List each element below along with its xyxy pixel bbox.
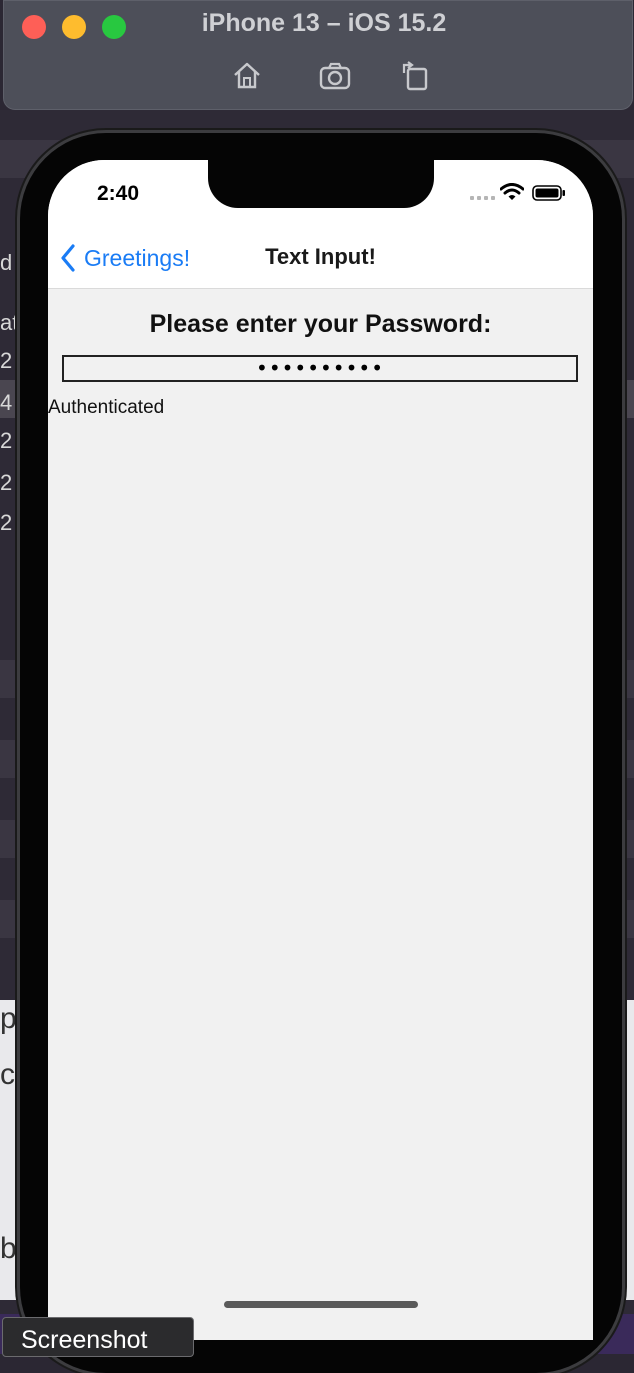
background-text: p — [0, 1002, 17, 1035]
screenshot-tooltip: Screenshot — [2, 1317, 194, 1357]
background-text: c — [0, 1058, 15, 1091]
background-text: d — [0, 250, 13, 275]
password-prompt-label: Please enter your Password: — [149, 310, 492, 338]
screenshot-icon[interactable] — [318, 59, 352, 93]
cellular-signal-icon — [470, 196, 495, 200]
authentication-status-label: Authenticated — [48, 397, 165, 418]
simulator-titlebar: iPhone 13 – iOS 15.2 — [3, 0, 633, 110]
background-text: 2 — [0, 470, 13, 495]
background-text: 4 — [0, 390, 13, 415]
battery-icon — [532, 185, 565, 201]
home-icon[interactable] — [230, 59, 264, 93]
home-indicator[interactable] — [224, 1301, 418, 1308]
status-time: 2:40 — [97, 182, 140, 205]
background-text: at — [0, 310, 19, 335]
zoom-window-button[interactable] — [102, 15, 126, 39]
minimize-window-button[interactable] — [62, 15, 86, 39]
rotate-icon[interactable] — [398, 59, 432, 93]
page-title: Text Input! — [265, 244, 376, 269]
phone-notch — [208, 160, 434, 208]
password-field[interactable]: •••••••••• — [62, 355, 578, 382]
navigation-bar: Greetings! Text Input! — [48, 230, 593, 289]
close-window-button[interactable] — [22, 15, 46, 39]
background-text: 2 — [0, 428, 13, 453]
background-text: 2 — [0, 510, 13, 535]
simulator-title: iPhone 13 – iOS 15.2 — [201, 9, 447, 37]
background-text: 2 — [0, 348, 13, 373]
phone-screen: 2:40 Greetings! Text Input! Please enter… — [48, 160, 593, 1340]
wifi-icon — [500, 183, 524, 200]
